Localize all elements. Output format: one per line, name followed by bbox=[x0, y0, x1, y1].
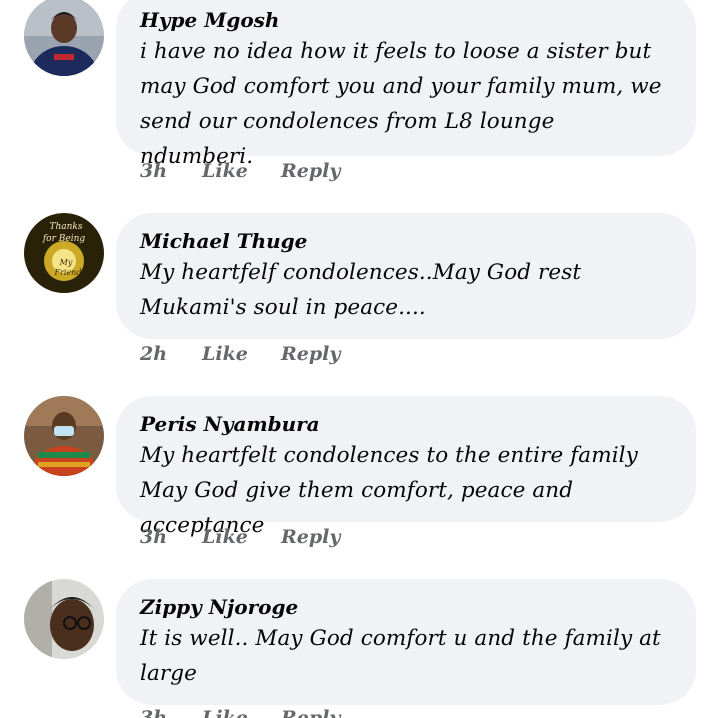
comment-text: It is well.. May God comfort u and the f… bbox=[140, 626, 661, 686]
comment-text: i have no idea how it feels to loose a s… bbox=[140, 39, 662, 169]
like-button[interactable]: Like bbox=[202, 526, 281, 548]
avatar-text: for Being bbox=[42, 234, 86, 244]
like-button[interactable]: Like bbox=[202, 160, 281, 182]
comment-bubble: Michael Thuge My heartfelf condolences..… bbox=[116, 213, 696, 339]
comment-time[interactable]: 3h bbox=[140, 526, 202, 548]
avatar[interactable] bbox=[24, 396, 104, 476]
reply-button[interactable]: Reply bbox=[281, 343, 340, 365]
reply-button[interactable]: Reply bbox=[281, 707, 340, 718]
comment-author[interactable]: Hype Mgosh bbox=[140, 6, 672, 34]
like-button[interactable]: Like bbox=[202, 343, 281, 365]
like-button[interactable]: Like bbox=[202, 707, 281, 718]
reply-button[interactable]: Reply bbox=[281, 526, 340, 548]
avatar[interactable]: Thanks for Being My Friend bbox=[24, 213, 104, 293]
comment-actions: 3h Like Reply bbox=[140, 526, 340, 548]
avatar-text: Thanks bbox=[49, 222, 82, 232]
comment-actions: 3h Like Reply bbox=[140, 707, 340, 718]
comment-author[interactable]: Michael Thuge bbox=[140, 227, 672, 255]
comment-author[interactable]: Zippy Njoroge bbox=[140, 593, 672, 621]
comment-time[interactable]: 2h bbox=[140, 343, 202, 365]
comment-time[interactable]: 3h bbox=[140, 160, 202, 182]
comment-actions: 2h Like Reply bbox=[140, 343, 340, 365]
comment-time[interactable]: 3h bbox=[140, 707, 202, 718]
avatar-text: Friend bbox=[54, 268, 82, 277]
avatar-text: My bbox=[59, 258, 73, 267]
comment-bubble: Zippy Njoroge It is well.. May God comfo… bbox=[116, 579, 696, 705]
avatar[interactable] bbox=[24, 579, 104, 659]
comment-text: My heartfelf condolences..May God rest M… bbox=[140, 260, 582, 320]
reply-button[interactable]: Reply bbox=[281, 160, 340, 182]
comment-author[interactable]: Peris Nyambura bbox=[140, 410, 672, 438]
comment-bubble: Peris Nyambura My heartfelt condolences … bbox=[116, 396, 696, 538]
comment-bubble: Hype Mgosh i have no idea how it feels t… bbox=[116, 0, 696, 169]
comment-actions: 3h Like Reply bbox=[140, 160, 340, 182]
avatar[interactable] bbox=[24, 0, 104, 76]
